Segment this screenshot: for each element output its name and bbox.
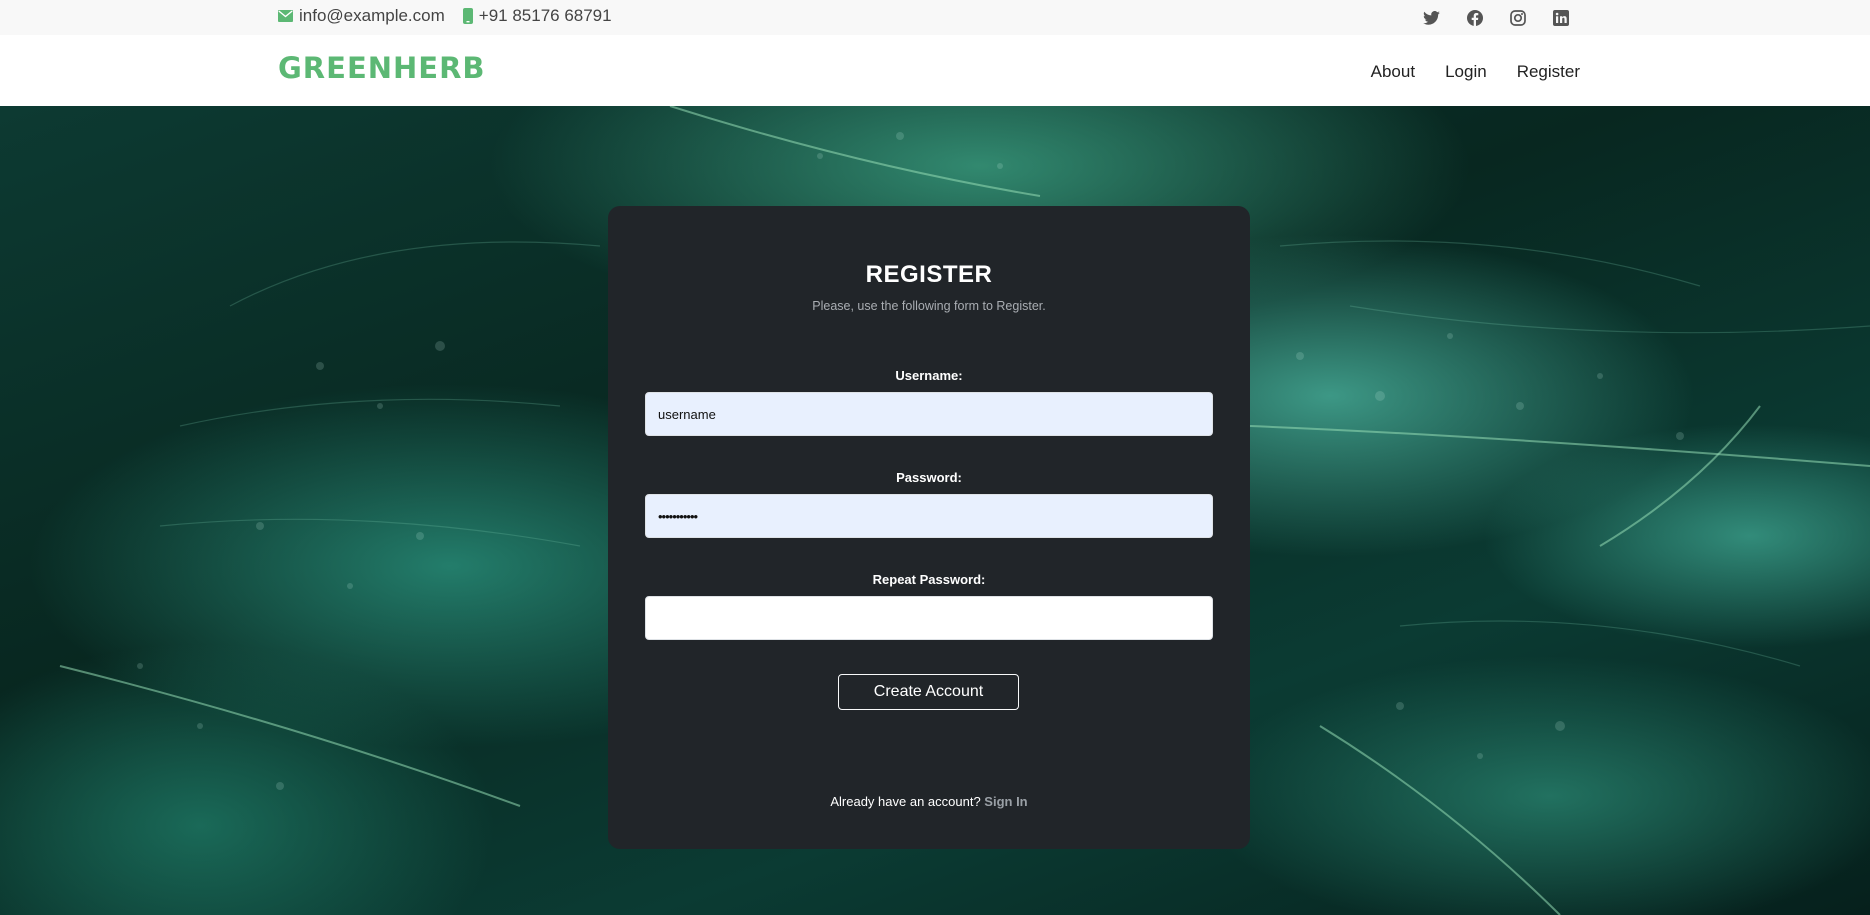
nav-login[interactable]: Login (1445, 62, 1487, 82)
top-contact-bar: info@example.com +91 85176 68791 (0, 0, 1870, 35)
form-title: REGISTER (865, 261, 993, 288)
email-text[interactable]: info@example.com (299, 6, 445, 26)
password-input[interactable] (645, 494, 1213, 538)
brand-logo[interactable]: GREENHERB (278, 51, 486, 85)
facebook-icon[interactable] (1465, 8, 1484, 27)
social-links (1422, 8, 1570, 27)
linkedin-icon[interactable] (1551, 8, 1570, 27)
phone-contact: +91 85176 68791 (462, 6, 612, 26)
username-input[interactable] (645, 392, 1213, 436)
signin-row: Already have an account? Sign In (608, 794, 1250, 809)
phone-icon (462, 8, 473, 24)
password-label: Password: (896, 470, 962, 485)
signin-link[interactable]: Sign In (984, 794, 1027, 809)
form-subtitle: Please, use the following form to Regist… (812, 299, 1046, 313)
twitter-icon[interactable] (1422, 8, 1441, 27)
create-account-button[interactable]: Create Account (838, 674, 1019, 710)
site-header: GREENHERB About Login Register (0, 35, 1870, 106)
phone-text[interactable]: +91 85176 68791 (479, 6, 612, 26)
username-label: Username: (895, 368, 963, 383)
instagram-icon[interactable] (1508, 8, 1527, 27)
contact-info: info@example.com +91 85176 68791 (278, 6, 612, 26)
nav-about[interactable]: About (1371, 62, 1415, 82)
signin-prompt: Already have an account? (830, 794, 981, 809)
repeat-password-input[interactable] (645, 596, 1213, 640)
email-contact: info@example.com (278, 6, 445, 26)
nav-register[interactable]: Register (1517, 62, 1580, 82)
repeat-password-label: Repeat Password: (872, 572, 986, 587)
envelope-icon (278, 10, 293, 22)
register-card: REGISTER Please, use the following form … (608, 206, 1250, 849)
main-nav: About Login Register (1371, 62, 1580, 82)
